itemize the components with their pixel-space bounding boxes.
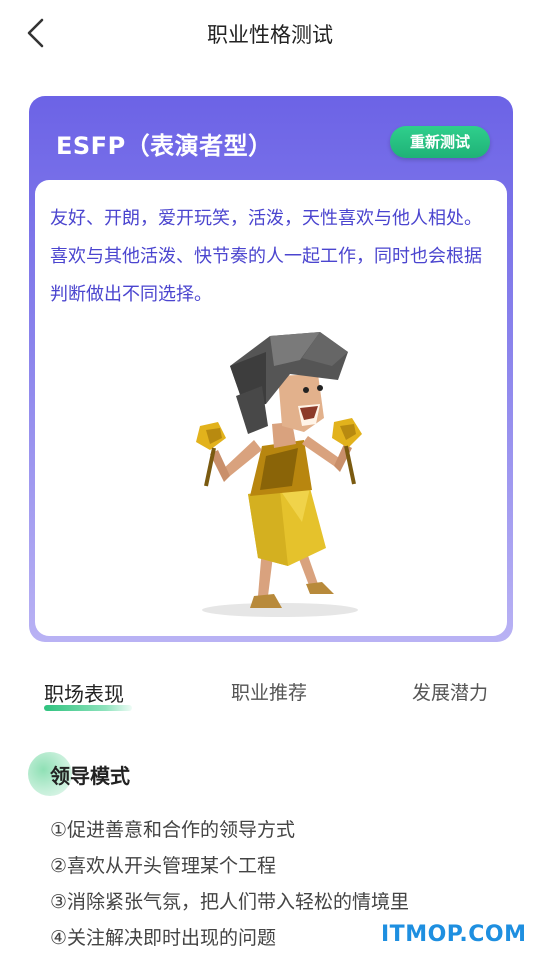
personality-description: 友好、开朗，爱开玩笑，活泼，天性喜欢与他人相处。喜欢与其他活泼、快节奏的人一起工… xyxy=(50,208,482,305)
list-item: ②喜欢从开头管理某个工程 xyxy=(50,855,277,877)
tab-workplace[interactable]: 职场表现 xyxy=(44,678,124,707)
list-item: ④关注解决即时出现的问题 xyxy=(50,927,277,949)
personality-type-title: ESFP（表演者型） xyxy=(56,132,273,160)
tab-bar: 职场表现 职业推荐 发展潜力 xyxy=(0,672,540,722)
header: 职业性格测试 xyxy=(0,0,540,66)
section-title: 领导模式 xyxy=(50,764,130,788)
result-card: ESFP（表演者型） 重新测试 友好、开朗，爱开玩笑，活泼，天性喜欢与他人相处。… xyxy=(29,96,513,642)
page: 职业性格测试 ESFP（表演者型） 重新测试 友好、开朗，爱开玩笑，活泼，天性喜… xyxy=(0,0,540,960)
active-tab-indicator xyxy=(44,705,132,711)
retest-button[interactable]: 重新测试 xyxy=(390,126,490,158)
page-title: 职业性格测试 xyxy=(207,23,333,47)
list-item: ①促进善意和合作的领导方式 xyxy=(50,819,296,841)
performer-illustration xyxy=(196,332,362,617)
result-detail-panel: 友好、开朗，爱开玩笑，活泼，天性喜欢与他人相处。喜欢与其他活泼、快节奏的人一起工… xyxy=(35,180,507,636)
tab-development[interactable]: 发展潜力 xyxy=(412,678,488,705)
leadership-list: ①促进善意和合作的领导方式 ②喜欢从开头管理某个工程 ③消除紧张气氛，把人们带入… xyxy=(50,812,409,956)
watermark: ITMOP.COM xyxy=(381,922,527,947)
tab-career-recommend[interactable]: 职业推荐 xyxy=(231,678,307,705)
list-item: ③消除紧张气氛，把人们带入轻松的情境里 xyxy=(50,891,410,913)
